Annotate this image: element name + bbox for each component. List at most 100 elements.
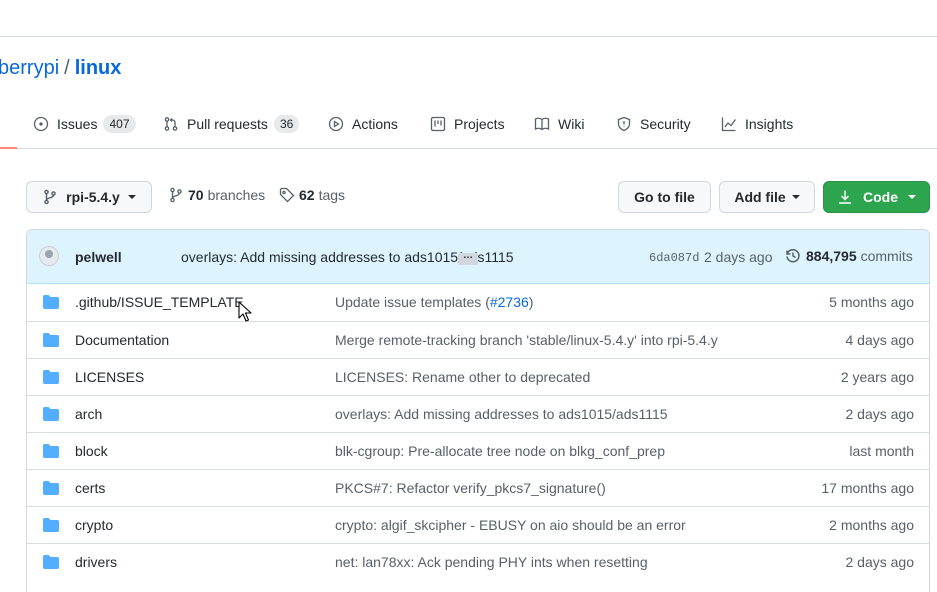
tab-actions[interactable]: Actions [328,114,398,134]
commit-sha-link[interactable]: 6da087d [649,251,699,265]
tab-projects[interactable]: Projects [430,114,505,134]
file-commit-message[interactable]: net: lan78xx: Ack pending PHY ints when … [335,554,648,570]
tags-label: tags [318,187,346,203]
tab-security-label: Security [640,116,691,132]
folder-icon [43,407,59,421]
add-file-label: Add file [734,189,786,205]
tab-insights[interactable]: Insights [721,114,793,134]
commit-author-link[interactable]: pelwell [75,249,122,265]
file-name-link[interactable]: .github/ISSUE_TEMPLATE [75,294,244,310]
file-name-link[interactable]: drivers [75,554,117,570]
table-row: certs PKCS#7: Refactor verify_pkcs7_sign… [27,469,929,506]
repo-nav-tabs: Issues 407 Pull requests 36 Actions Proj… [0,100,937,149]
table-row: LICENSES LICENSES: Rename other to depre… [27,358,929,395]
file-name-link[interactable]: block [75,443,108,459]
latest-commit-bar: pelwell overlays: Add missing addresses … [27,230,929,284]
tab-issues[interactable]: Issues 407 [33,114,136,134]
play-icon [328,116,344,132]
file-name-link[interactable]: certs [75,480,105,496]
file-age: 17 months ago [821,480,914,496]
chevron-down-icon [791,195,800,199]
table-row: block blk-cgroup: Pre-allocate tree node… [27,432,929,469]
file-age: 4 days ago [845,332,915,348]
folder-icon [43,333,59,347]
tab-wiki[interactable]: Wiki [534,114,584,134]
folder-icon [43,555,59,569]
pull-request-link[interactable]: #2736 [490,294,529,310]
tab-issues-label: Issues [57,116,98,132]
file-browser: pelwell overlays: Add missing addresses … [26,229,930,592]
tab-pull-requests[interactable]: Pull requests 36 [163,114,300,134]
tab-wiki-label: Wiki [558,116,585,132]
file-commit-message[interactable]: Merge remote-tracking branch 'stable/lin… [335,332,718,348]
folder-icon [43,370,59,384]
branch-name: rpi-5.4.y [66,189,120,205]
branches-link[interactable]: 70 branches [168,187,265,203]
tab-insights-label: Insights [745,116,794,132]
file-age: last month [849,443,914,459]
branch-select-button[interactable]: rpi-5.4.y [26,181,152,213]
folder-icon [43,444,59,458]
folder-icon [43,481,59,495]
book-icon [534,117,550,131]
commits-history-link[interactable]: 884,795 commits [785,248,913,264]
download-icon [839,190,851,204]
file-commit-text-end: ) [528,294,534,310]
file-commit-text: Update issue templates ( [335,294,490,310]
file-age: 2 years ago [840,369,914,385]
file-commit-message[interactable]: Update issue templates (#2736) [335,294,533,310]
add-file-button[interactable]: Add file [719,181,815,213]
branch-icon [170,187,182,203]
repo-name-link[interactable]: linux [75,57,122,79]
table-row: Documentation Merge remote-tracking bran… [27,321,929,358]
file-name-link[interactable]: arch [75,406,102,422]
table-row: arch overlays: Add missing addresses to … [27,395,929,432]
tab-actions-label: Actions [352,116,398,132]
file-age: 5 months ago [829,294,914,310]
file-name-link[interactable]: Documentation [75,332,169,348]
file-commit-message[interactable]: PKCS#7: Refactor verify_pkcs7_signature(… [335,480,606,496]
table-row: drivers net: lan78xx: Ack pending PHY in… [27,543,929,580]
commit-count: 884,795 [806,248,857,264]
table-row: .github/ISSUE_TEMPLATE Update issue temp… [27,284,929,321]
issue-icon [33,116,49,132]
go-to-file-button[interactable]: Go to file [618,181,711,213]
commits-label: commits [860,248,913,264]
repo-separator: / [64,57,70,79]
tab-security[interactable]: Security [616,114,691,134]
history-icon [786,248,800,263]
file-age: 2 days ago [845,554,915,570]
file-age: 2 months ago [829,517,914,533]
code-button-label: Code [863,189,898,205]
branches-count: 70 [188,187,204,203]
code-button[interactable]: Code [823,181,930,213]
branch-icon [44,189,56,205]
pull-request-icon [164,117,178,131]
project-icon [430,116,446,132]
issues-counter: 407 [103,115,136,133]
tag-icon [279,187,295,203]
file-commit-message[interactable]: overlays: Add missing addresses to ads10… [335,406,668,422]
folder-icon [43,518,59,532]
file-name-link[interactable]: LICENSES [75,369,144,385]
repo-title: berrypi / linux [0,57,121,80]
graph-icon [721,117,737,132]
tags-count: 62 [299,187,315,203]
chevron-down-icon [908,195,916,199]
file-commit-message[interactable]: blk-cgroup: Pre-allocate tree node on bl… [335,443,665,459]
pull-requests-counter: 36 [273,115,300,133]
file-age: 2 days ago [845,406,915,422]
active-tab-underline [0,147,17,149]
expand-commit-button[interactable]: … [458,251,478,265]
file-name-link[interactable]: crypto [75,517,113,533]
tab-pull-requests-label: Pull requests [187,116,268,132]
top-header-bar [0,0,937,37]
avatar[interactable] [39,246,59,266]
branches-label: branches [207,187,266,203]
file-commit-message[interactable]: LICENSES: Rename other to deprecated [335,369,590,385]
repo-owner-link[interactable]: berrypi [0,57,59,79]
table-row: crypto crypto: algif_skcipher - EBUSY on… [27,506,929,543]
tags-link[interactable]: 62 tags [279,187,345,203]
file-commit-message[interactable]: crypto: algif_skcipher - EBUSY on aio sh… [335,517,686,533]
file-list: .github/ISSUE_TEMPLATE Update issue temp… [27,284,929,580]
